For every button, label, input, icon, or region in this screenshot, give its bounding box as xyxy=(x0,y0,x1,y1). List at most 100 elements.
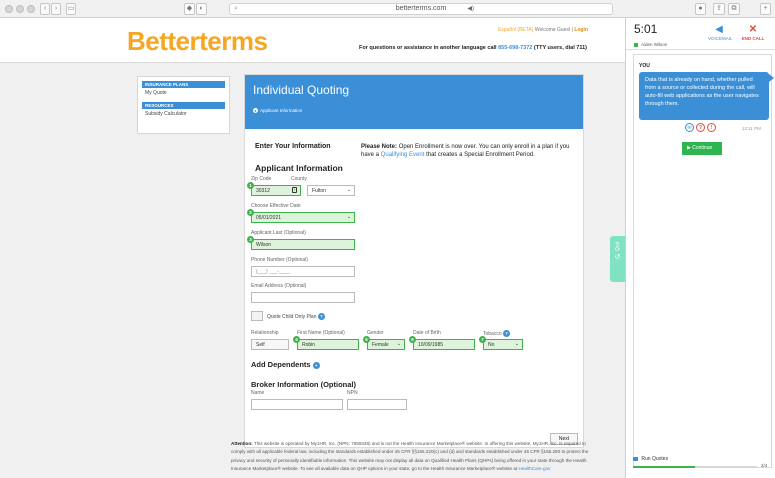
tobacco-select[interactable]: No ⌄ xyxy=(483,339,523,350)
continue-button[interactable]: ▶ Continue xyxy=(682,142,722,155)
address-bar[interactable]: ⌕ betterterms.com ◀) xyxy=(229,3,613,15)
insurance-plans-heading: INSURANCE PLANS xyxy=(142,81,225,88)
forward-icon[interactable]: › xyxy=(51,3,61,15)
dob-field[interactable]: 10/09/1985 xyxy=(413,339,475,350)
tobacco-text: Tobacco xyxy=(483,330,502,337)
first-name-value: Robin xyxy=(302,342,316,348)
alert-icon[interactable]: ! xyxy=(707,123,716,132)
broker-name-field[interactable] xyxy=(251,399,343,410)
effective-date-select[interactable]: 05/01/2021 ⌄ xyxy=(251,212,355,223)
zip-field[interactable]: 30312 ! xyxy=(251,185,301,196)
help-icon[interactable]: ? xyxy=(503,330,511,337)
play-icon: ▶ xyxy=(687,145,691,151)
tabs-icon[interactable]: ⧉ xyxy=(728,3,740,15)
county-select[interactable]: Fulton ⌄ xyxy=(307,185,355,196)
message-time: 12:11 PM xyxy=(742,126,761,131)
help-suffix: (TTY users, dial 711) xyxy=(533,45,587,51)
quit-tab-label: Quit xyxy=(614,242,621,252)
effective-date-label: Choose Effective Date xyxy=(251,203,301,209)
site-header: Betterterms Español (BETA) Welcome Guest… xyxy=(0,18,625,63)
add-dependents[interactable]: Add Dependents + xyxy=(251,360,320,369)
new-tab-icon[interactable]: + xyxy=(760,3,771,15)
child-only-text: Quote Child Only Plan xyxy=(267,313,317,320)
npn-field[interactable] xyxy=(347,399,407,410)
quit-tab[interactable]: Quit ↺ xyxy=(610,236,625,282)
alert-icon: ! xyxy=(292,187,297,193)
gender-select[interactable]: Female ⌄ xyxy=(367,339,405,350)
sidebar-item-subsidy-calculator[interactable]: Subsidy Calculator xyxy=(142,109,225,119)
flag-icon xyxy=(633,456,638,461)
megaphone-icon: ◀ xyxy=(715,24,723,35)
step-badge: 3 xyxy=(247,236,254,243)
progress-text: 2/4 xyxy=(761,463,768,468)
login-link[interactable]: Login xyxy=(574,27,588,33)
help-prefix: For questions or assistance in another l… xyxy=(359,45,497,51)
run-quotes-footer: Run Quotes 2/4 xyxy=(633,456,773,468)
chevron-down-icon: ⌄ xyxy=(514,341,519,347)
sidebar-item-my-quote[interactable]: My Quote xyxy=(142,88,225,98)
chevron-down-icon: ⌄ xyxy=(346,214,351,220)
county-label: County xyxy=(291,176,307,182)
phone-label: Phone Number (Optional) xyxy=(251,257,308,263)
end-call-button[interactable]: ✕ END CALL xyxy=(740,24,766,41)
qualifying-event-link[interactable]: Qualifying Event xyxy=(381,152,425,158)
step-badge: 2 xyxy=(247,209,254,216)
window-minimize-dot[interactable] xyxy=(16,5,24,13)
back-icon[interactable]: ‹ xyxy=(40,3,50,15)
last-name-value: Wilson xyxy=(256,242,272,248)
question-icon[interactable]: ? xyxy=(696,123,705,132)
call-timer: 5:01 xyxy=(634,22,658,36)
message-bubble: Data that is already on hand, whether pu… xyxy=(639,72,769,120)
npn-label: NPN xyxy=(347,390,358,396)
child-only-checkbox[interactable] xyxy=(251,311,263,321)
form-subtitle-text: Applicant Information xyxy=(260,108,303,113)
caller-name-text: Aiden Wilson xyxy=(641,42,668,47)
chevron-down-icon: ⌄ xyxy=(396,341,401,347)
shield-icon[interactable]: ◐ xyxy=(196,3,207,15)
phone-field[interactable]: (___) ___-____ xyxy=(251,266,355,277)
form-header: Individual Quoting ● Applicant Informati… xyxy=(245,75,583,129)
espanol-link[interactable]: Español (BETA) xyxy=(498,27,533,33)
website-area: Betterterms Español (BETA) Welcome Guest… xyxy=(0,18,625,478)
step-badge: 4 xyxy=(293,336,300,343)
zip-label: Zip Code xyxy=(251,176,272,182)
help-phone[interactable]: 855-698-7372 xyxy=(498,45,532,51)
speaker-label: YOU xyxy=(639,63,650,69)
county-value: Fulton xyxy=(312,188,326,194)
email-field[interactable] xyxy=(251,292,355,303)
help-icon[interactable]: ? xyxy=(317,313,325,320)
last-name-field[interactable]: Wilson xyxy=(251,239,355,250)
info-icon[interactable]: ● xyxy=(695,3,706,15)
add-dependents-text: Add Dependents xyxy=(251,360,311,369)
relationship-label: Relationship xyxy=(251,330,279,336)
share-icon[interactable]: ⇪ xyxy=(713,3,725,15)
gender-label: Gender xyxy=(367,330,384,336)
person-icon xyxy=(634,42,638,47)
email-label: Email Address (Optional) xyxy=(251,283,307,289)
agent-panel: 5:01 Aiden Wilson ◀ VOICEMAIL ✕ END CALL… xyxy=(625,18,775,478)
speaker-icon[interactable]: ◀) xyxy=(467,4,474,14)
search-icon: ⌕ xyxy=(234,5,238,12)
url-text: betterterms.com xyxy=(395,5,447,12)
last-name-label: Applicant Last (Optional) xyxy=(251,230,306,236)
broker-heading: Broker Information (Optional) xyxy=(251,380,356,389)
form-subtitle: ● Applicant Information xyxy=(253,108,575,113)
message-icon[interactable]: ✉ xyxy=(685,123,694,132)
voicemail-button[interactable]: ◀ VOICEMAIL xyxy=(708,24,733,41)
sidebar-icon[interactable]: ▭ xyxy=(66,3,76,15)
extension-icon[interactable]: ◆ xyxy=(184,3,195,15)
healthcare-gov-link[interactable]: HealthCare.gov xyxy=(519,466,551,471)
window-close-dot[interactable] xyxy=(5,5,13,13)
relationship-value: Self xyxy=(256,342,265,348)
form-title: Individual Quoting xyxy=(253,83,350,97)
brand-logo[interactable]: Betterterms xyxy=(127,26,268,57)
first-name-field[interactable]: Robin xyxy=(297,339,359,350)
call-header: 5:01 Aiden Wilson ◀ VOICEMAIL ✕ END CALL xyxy=(626,18,775,50)
window-zoom-dot[interactable] xyxy=(27,5,35,13)
note-label: Please Note: xyxy=(361,144,398,150)
tobacco-label: Tobacco ? xyxy=(483,330,511,337)
side-navigation: INSURANCE PLANS My Quote RESOURCES Subsi… xyxy=(137,76,230,134)
progress-bar xyxy=(633,466,757,468)
plus-icon[interactable]: + xyxy=(312,361,320,369)
welcome-text: Welcome Guest | xyxy=(534,27,573,33)
